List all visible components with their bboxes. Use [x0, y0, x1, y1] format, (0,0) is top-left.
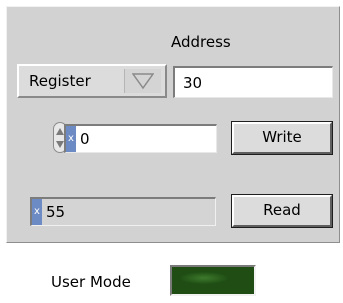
- address-label: Address: [171, 33, 231, 51]
- user-mode-led: [170, 265, 256, 296]
- read-value-display: x 55: [30, 197, 216, 226]
- address-input[interactable]: 30: [173, 66, 333, 98]
- register-ring-label: Register: [29, 72, 91, 90]
- address-value: 30: [183, 74, 203, 92]
- write-value-input[interactable]: x 0: [64, 124, 217, 153]
- led-highlight: [180, 272, 228, 284]
- dropdown-button[interactable]: [124, 69, 161, 93]
- radix-indicator[interactable]: x: [32, 199, 42, 225]
- triangle-down-icon: [132, 73, 154, 90]
- user-mode-label: User Mode: [51, 273, 131, 291]
- register-access-page: Address Register 30 x 0 Write x 55 Read …: [0, 0, 343, 303]
- read-button[interactable]: Read: [231, 194, 333, 228]
- write-value: 0: [80, 130, 90, 148]
- radix-indicator[interactable]: x: [66, 126, 76, 152]
- read-value: 55: [46, 203, 66, 221]
- register-ring-selector[interactable]: Register: [17, 64, 167, 98]
- write-button[interactable]: Write: [231, 121, 333, 155]
